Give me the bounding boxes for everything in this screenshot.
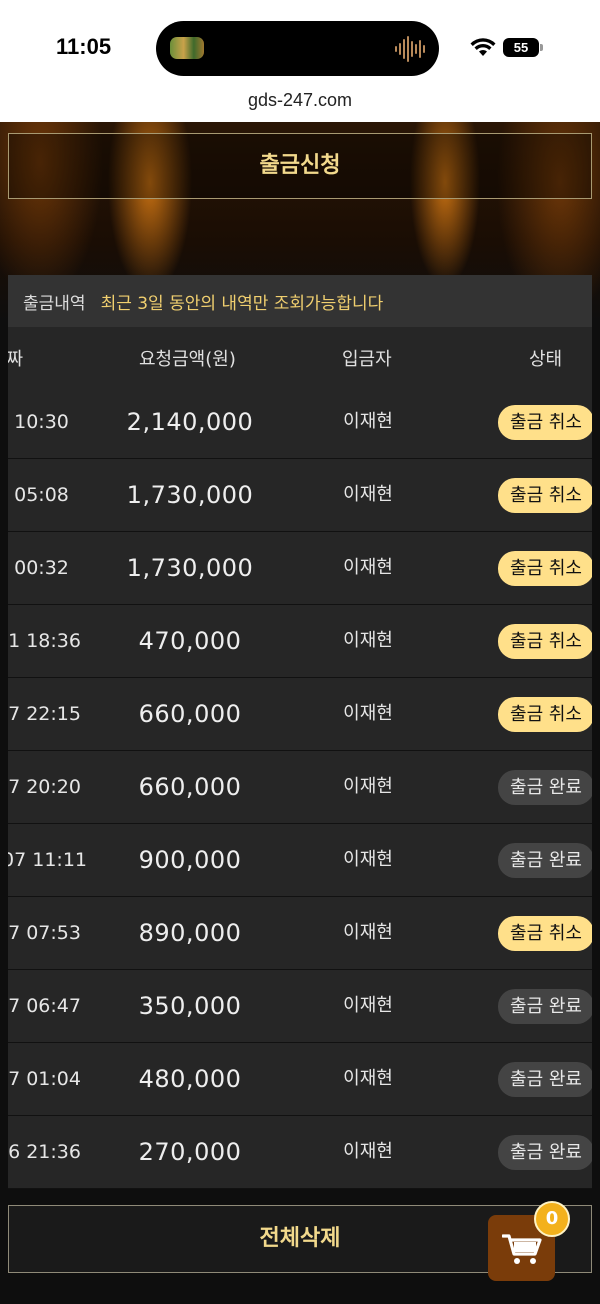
status-badge[interactable]: 출금 완료 — [498, 989, 592, 1024]
cart-count-badge: 0 — [534, 1201, 570, 1237]
row-depositor: 이재현 — [343, 703, 393, 724]
row-date: 2 05:08 — [8, 484, 69, 506]
table-row: 07 07:53 890,000 이재현 출금 취소 — [8, 897, 592, 970]
status-bar: 11:05 55 — [0, 0, 600, 90]
row-depositor: 이재현 — [343, 849, 393, 870]
table-row: .07 11:11 900,000 이재현 출금 완료 — [8, 824, 592, 897]
row-amount: 480,000 — [138, 1065, 242, 1093]
row-depositor: 이재현 — [343, 1141, 393, 1162]
url-text[interactable]: gds-247.com — [0, 90, 600, 111]
status-badge[interactable]: 출금 완료 — [498, 843, 592, 878]
row-depositor: 이재현 — [343, 484, 393, 505]
status-badge[interactable]: 출금 취소 — [498, 405, 592, 440]
row-amount: 270,000 — [138, 1138, 242, 1166]
row-date: 2 10:30 — [8, 411, 69, 433]
table-row: 11 18:36 470,000 이재현 출금 취소 — [8, 605, 592, 678]
row-date: 07 22:15 — [8, 703, 81, 725]
row-date: .07 11:11 — [8, 849, 88, 871]
row-depositor: 이재현 — [343, 557, 393, 578]
row-date: 2 00:32 — [8, 557, 69, 579]
history-header: 출금내역 최근 3일 동안의 내역만 조회가능합니다 — [8, 275, 592, 327]
row-amount: 350,000 — [138, 992, 242, 1020]
status-time: 11:05 — [56, 34, 112, 59]
col-status: 상태 — [529, 349, 563, 370]
table-row: 2 05:08 1,730,000 이재현 출금 취소 — [8, 459, 592, 532]
row-date: 07 20:20 — [8, 776, 81, 798]
row-amount: 660,000 — [138, 773, 242, 801]
row-depositor: 이재현 — [343, 995, 393, 1016]
row-amount: 470,000 — [138, 627, 242, 655]
table-row: 2 10:30 2,140,000 이재현 출금 취소 — [8, 386, 592, 459]
audio-wave-icon — [395, 35, 425, 63]
status-badge[interactable]: 출금 완료 — [498, 1135, 592, 1170]
cart-icon — [502, 1234, 542, 1264]
row-amount: 1,730,000 — [126, 481, 254, 509]
status-badge[interactable]: 출금 취소 — [498, 916, 592, 951]
wifi-icon — [470, 38, 496, 56]
history-note: 최근 3일 동안의 내역만 조회가능합니다 — [100, 293, 384, 314]
row-amount: 900,000 — [138, 846, 242, 874]
dynamic-island — [156, 21, 439, 76]
col-amount: 요청금액(원) — [139, 349, 236, 370]
row-date: 07 01:04 — [8, 1068, 81, 1090]
table-row: 2 00:32 1,730,000 이재현 출금 취소 — [8, 532, 592, 605]
col-date: 날짜 — [8, 349, 24, 370]
status-badge[interactable]: 출금 취소 — [498, 478, 592, 513]
col-depositor: 입금자 — [342, 349, 392, 370]
table-row: 07 06:47 350,000 이재현 출금 완료 — [8, 970, 592, 1043]
status-badge[interactable]: 출금 취소 — [498, 697, 592, 732]
row-depositor: 이재현 — [343, 776, 393, 797]
status-badge[interactable]: 출금 완료 — [498, 1062, 592, 1097]
table-row: 07 20:20 660,000 이재현 출금 완료 — [8, 751, 592, 824]
history-title: 출금내역 — [23, 293, 86, 314]
status-badge[interactable]: 출금 완료 — [498, 770, 592, 805]
row-date: 11 18:36 — [8, 630, 81, 652]
row-depositor: 이재현 — [343, 922, 393, 943]
table-row: 06 21:36 270,000 이재현 출금 완료 — [8, 1116, 592, 1189]
battery-indicator: 55 — [503, 38, 543, 57]
row-date: 06 21:36 — [8, 1141, 81, 1163]
now-playing-thumbnail — [170, 37, 204, 59]
row-depositor: 이재현 — [343, 411, 393, 432]
row-amount: 660,000 — [138, 700, 242, 728]
table-header: 날짜 요청금액(원) 입금자 상태 — [8, 327, 592, 386]
withdraw-request-button[interactable]: 출금신청 — [8, 133, 592, 199]
row-amount: 1,730,000 — [126, 554, 254, 582]
table-row: 07 22:15 660,000 이재현 출금 취소 — [8, 678, 592, 751]
row-depositor: 이재현 — [343, 1068, 393, 1089]
row-depositor: 이재현 — [343, 630, 393, 651]
status-badge[interactable]: 출금 취소 — [498, 624, 592, 659]
row-amount: 890,000 — [138, 919, 242, 947]
row-date: 07 07:53 — [8, 922, 81, 944]
row-amount: 2,140,000 — [126, 408, 254, 436]
status-badge[interactable]: 출금 취소 — [498, 551, 592, 586]
row-date: 07 06:47 — [8, 995, 81, 1017]
history-table-body: 2 10:302,140,000이재현출금 취소2 05:081,730,000… — [8, 386, 592, 1189]
withdrawal-history-panel: 출금내역 최근 3일 동안의 내역만 조회가능합니다 날짜 요청금액(원) 입금… — [8, 275, 592, 1189]
table-row: 07 01:04 480,000 이재현 출금 완료 — [8, 1043, 592, 1116]
